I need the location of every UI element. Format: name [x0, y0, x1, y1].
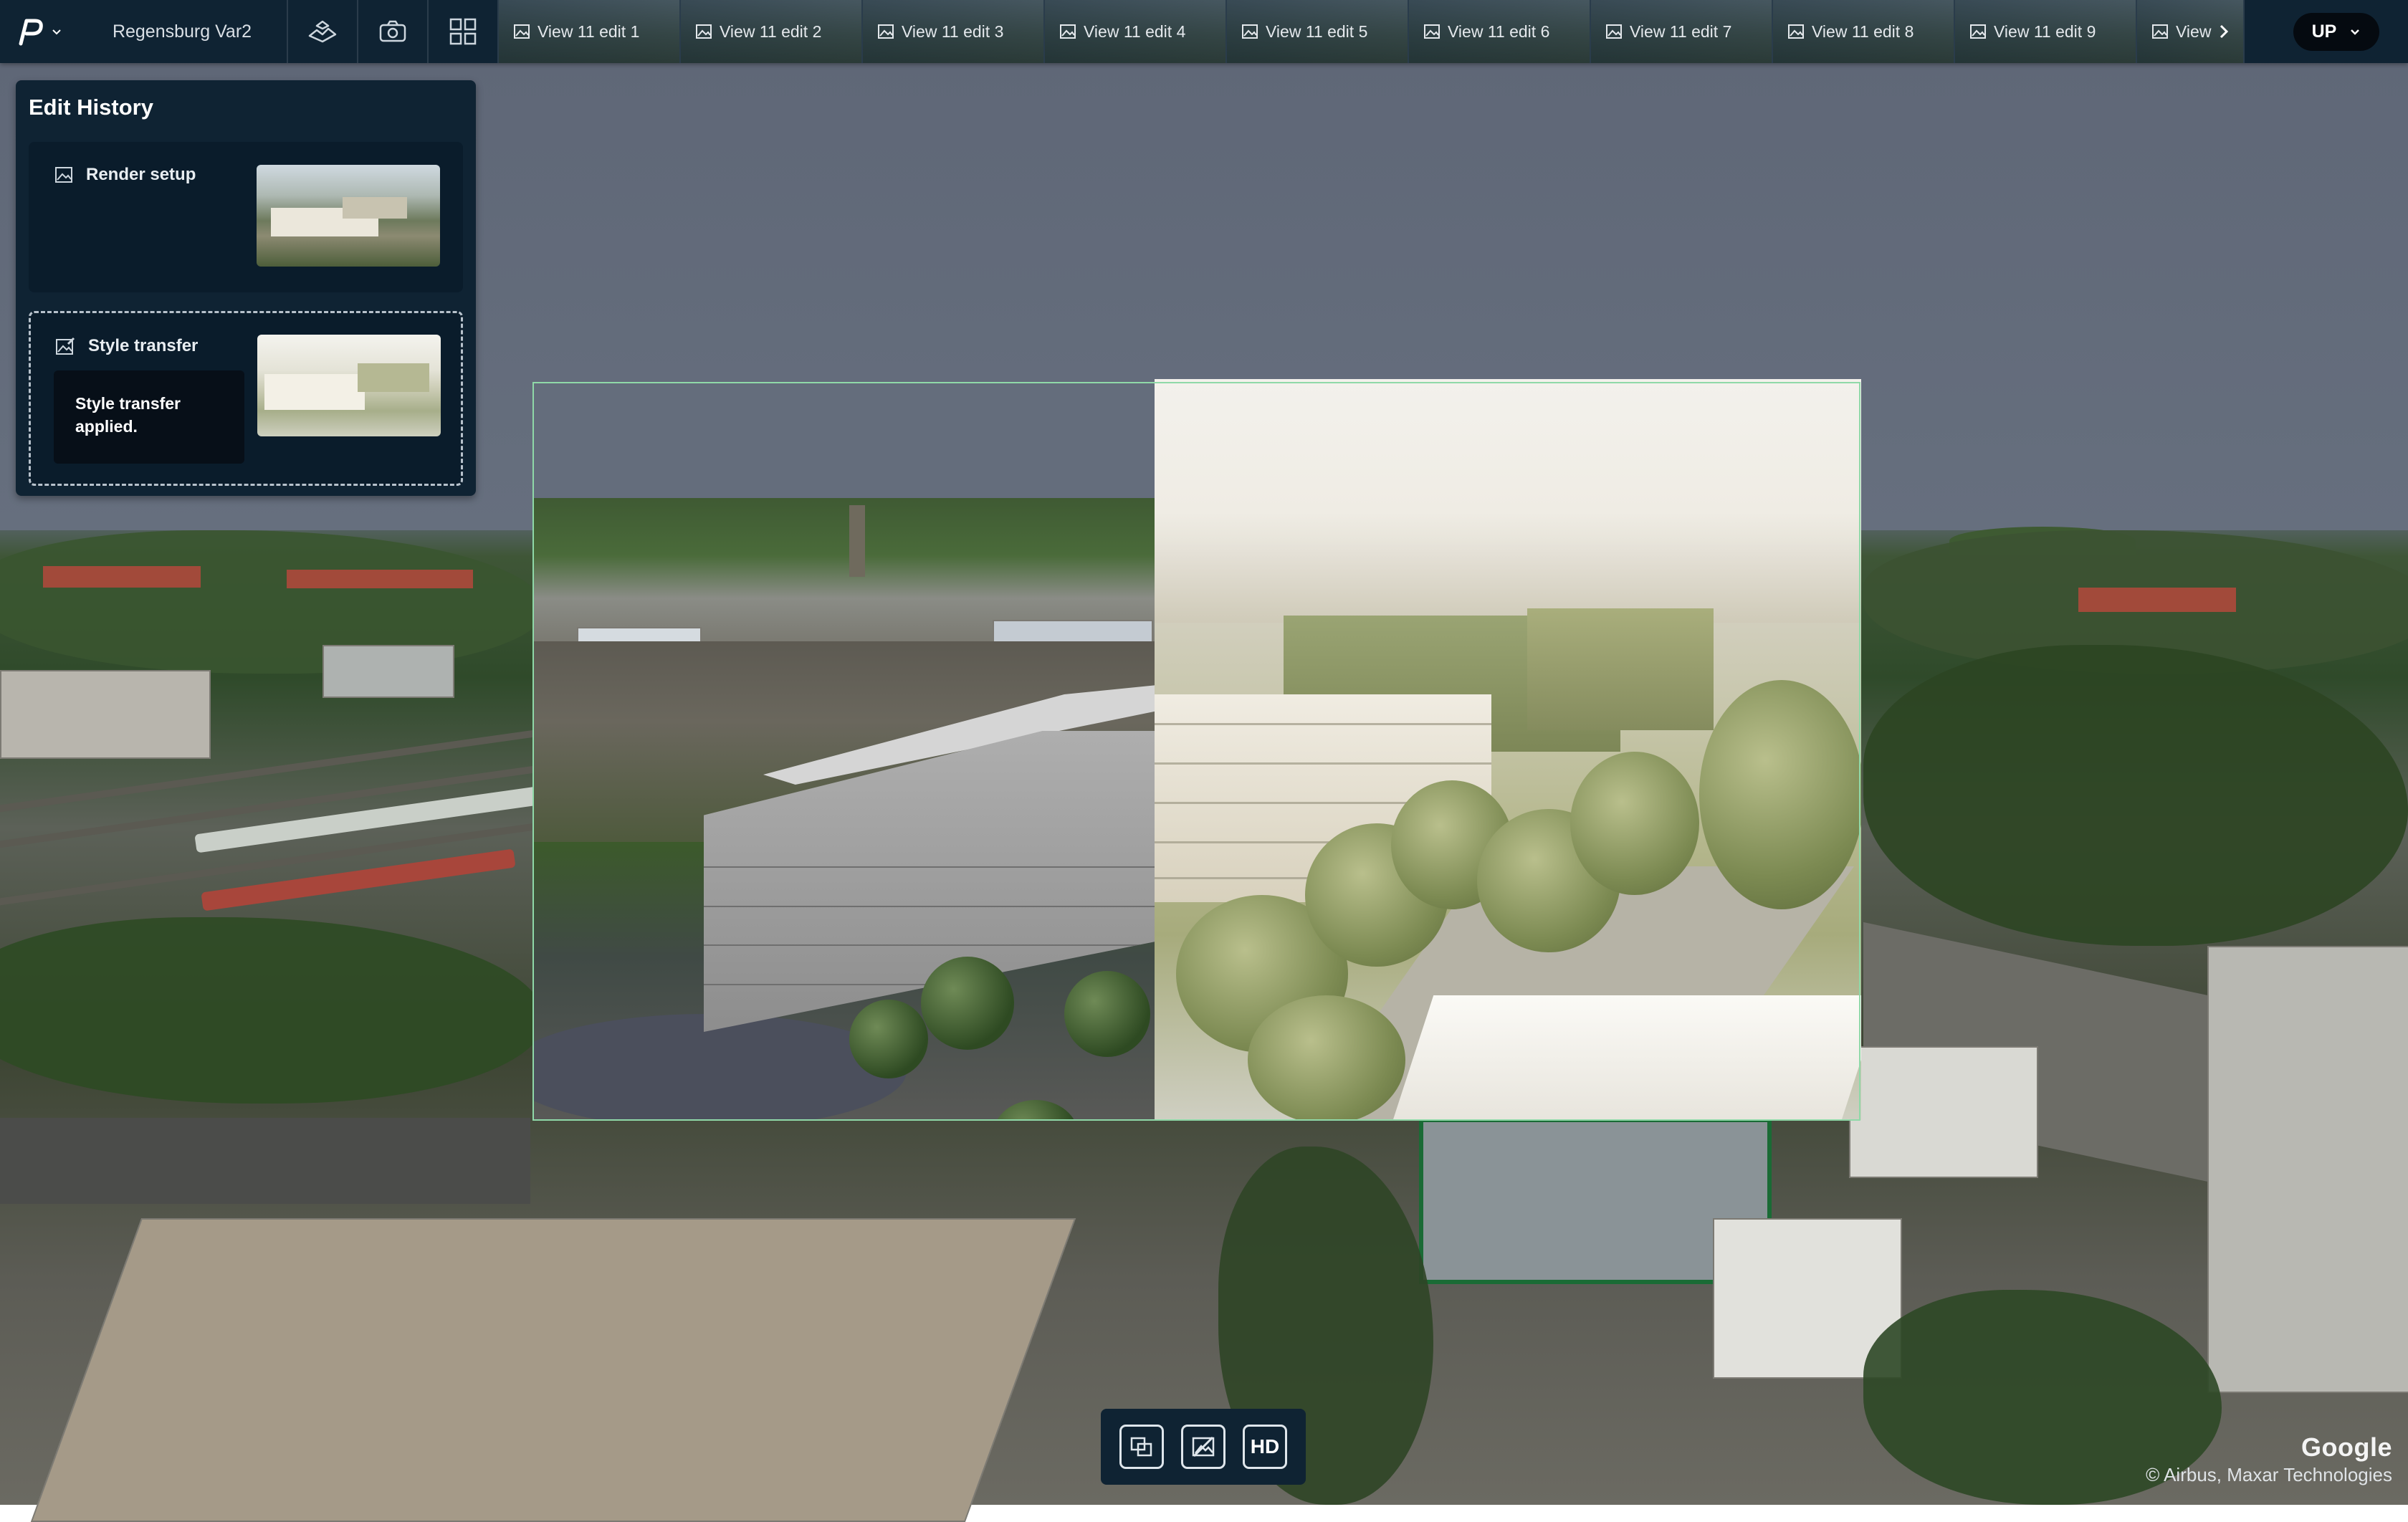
- chevron-right-icon[interactable]: [2218, 24, 2230, 39]
- logo-icon: [19, 19, 43, 46]
- compare-icon: [1130, 1437, 1152, 1457]
- user-menu-button[interactable]: UP: [2293, 12, 2380, 51]
- user-initials: UP: [2311, 21, 2337, 42]
- view-tab[interactable]: View 11 edit 3: [863, 0, 1045, 63]
- history-item-header: Style transfer: [55, 336, 198, 356]
- google-logo: Google: [2301, 1432, 2392, 1462]
- view-tab[interactable]: View 11 edit 6: [1409, 0, 1591, 63]
- view-tab[interactable]: View 11 edit 7: [1591, 0, 1773, 63]
- comparison-frame[interactable]: [532, 382, 1860, 1121]
- thumb-building: [264, 374, 365, 410]
- city-area: [0, 530, 545, 674]
- image-icon: [696, 24, 712, 39]
- road: [0, 1118, 530, 1204]
- image-icon: [55, 167, 72, 183]
- view-tab-label: View 11 edit 3: [902, 21, 1004, 41]
- building: [1849, 1046, 2038, 1178]
- trees: [1863, 645, 2408, 946]
- view-tab[interactable]: View 11 edit 8: [1773, 0, 1955, 63]
- roof: [287, 570, 473, 588]
- user-menu: UP: [2265, 0, 2408, 63]
- map-attribution: Google © Airbus, Maxar Technologies: [2146, 1432, 2392, 1486]
- roof: [43, 566, 201, 588]
- view-tab-label: View 11 edit 2: [720, 21, 822, 41]
- view-tab-label: View 11 edit 9: [1994, 21, 2096, 41]
- landscape-icon: [308, 20, 337, 43]
- view-tab[interactable]: View 11 edit 5: [1227, 0, 1409, 63]
- edit-history-panel: Edit History Render setup Style transfer…: [16, 80, 476, 496]
- view-tab-label: View 11 edit 5: [1266, 21, 1368, 41]
- hd-button[interactable]: HD: [1243, 1425, 1287, 1469]
- thumb-building: [358, 363, 429, 392]
- image-icon: [2152, 24, 2168, 39]
- history-item-style-transfer[interactable]: Style transfer Style transfer applied.: [29, 311, 463, 486]
- chevron-down-icon: [52, 29, 61, 35]
- roof: [2078, 588, 2236, 612]
- image-icon: [514, 24, 530, 39]
- history-item-header: Render setup: [54, 165, 196, 185]
- image-icon: [878, 24, 894, 39]
- landscape-button[interactable]: [288, 0, 358, 63]
- building: [322, 645, 454, 698]
- view-tab-label: View 11 edit 7: [1630, 21, 1732, 41]
- project-name[interactable]: Regensburg Var2: [77, 0, 288, 63]
- view-tab-label: View 11 edit 4: [1084, 21, 1186, 41]
- train: [201, 848, 516, 911]
- camera-icon: [379, 20, 406, 42]
- view-tab[interactable]: View 11 edit 2: [681, 0, 863, 63]
- roof-foreground: [30, 1218, 1076, 1522]
- bottom-toolbar: HD: [1101, 1409, 1306, 1485]
- history-item-label: Style transfer: [88, 336, 199, 355]
- view-tab-label: View 11 edit 8: [1812, 21, 1914, 41]
- view-tab-label: View 11 edit 6: [1448, 21, 1550, 41]
- image-icon: [1970, 24, 1986, 39]
- app-menu-button[interactable]: [0, 0, 77, 63]
- render-thumbnail[interactable]: [257, 165, 440, 267]
- hide-render-button[interactable]: [1181, 1425, 1226, 1469]
- image-icon: [1424, 24, 1440, 39]
- view-tab[interactable]: View 11 edit 1: [499, 0, 681, 63]
- image-icon: [1606, 24, 1622, 39]
- status-message: Style transfer applied.: [54, 370, 244, 464]
- image-icon: [1788, 24, 1804, 39]
- top-bar: Regensburg Var2 View 11 edit 1 View 11 e…: [0, 0, 2408, 63]
- history-item-render-setup[interactable]: Render setup: [29, 142, 463, 292]
- view-tab-label: View 11 edit 1: [538, 21, 640, 41]
- grid-view-button[interactable]: [429, 0, 499, 63]
- view-tab[interactable]: View 11 edit 4: [1045, 0, 1227, 63]
- copyright-text: © Airbus, Maxar Technologies: [2146, 1464, 2392, 1485]
- image-icon: [1060, 24, 1076, 39]
- chevron-down-icon: [2351, 29, 2360, 35]
- view-tab[interactable]: View: [2137, 0, 2245, 63]
- panel-title: Edit History: [29, 95, 153, 120]
- image-icon: [1242, 24, 1258, 39]
- view-tab[interactable]: View 11 edit 9: [1955, 0, 2137, 63]
- compare-button[interactable]: [1119, 1425, 1164, 1469]
- building: [2207, 946, 2408, 1393]
- thumb-building: [343, 197, 407, 219]
- image-edit-icon: [56, 337, 75, 355]
- grid-icon: [449, 18, 477, 45]
- view-tab-label: View: [2176, 21, 2212, 41]
- image-off-icon: [1192, 1436, 1215, 1458]
- building: [0, 670, 211, 759]
- camera-button[interactable]: [358, 0, 429, 63]
- style-transfer-thumbnail[interactable]: [257, 335, 441, 436]
- view-tabs: View 11 edit 1 View 11 edit 2 View 11 ed…: [499, 0, 2265, 63]
- trees: [0, 917, 545, 1104]
- history-item-label: Render setup: [86, 165, 196, 184]
